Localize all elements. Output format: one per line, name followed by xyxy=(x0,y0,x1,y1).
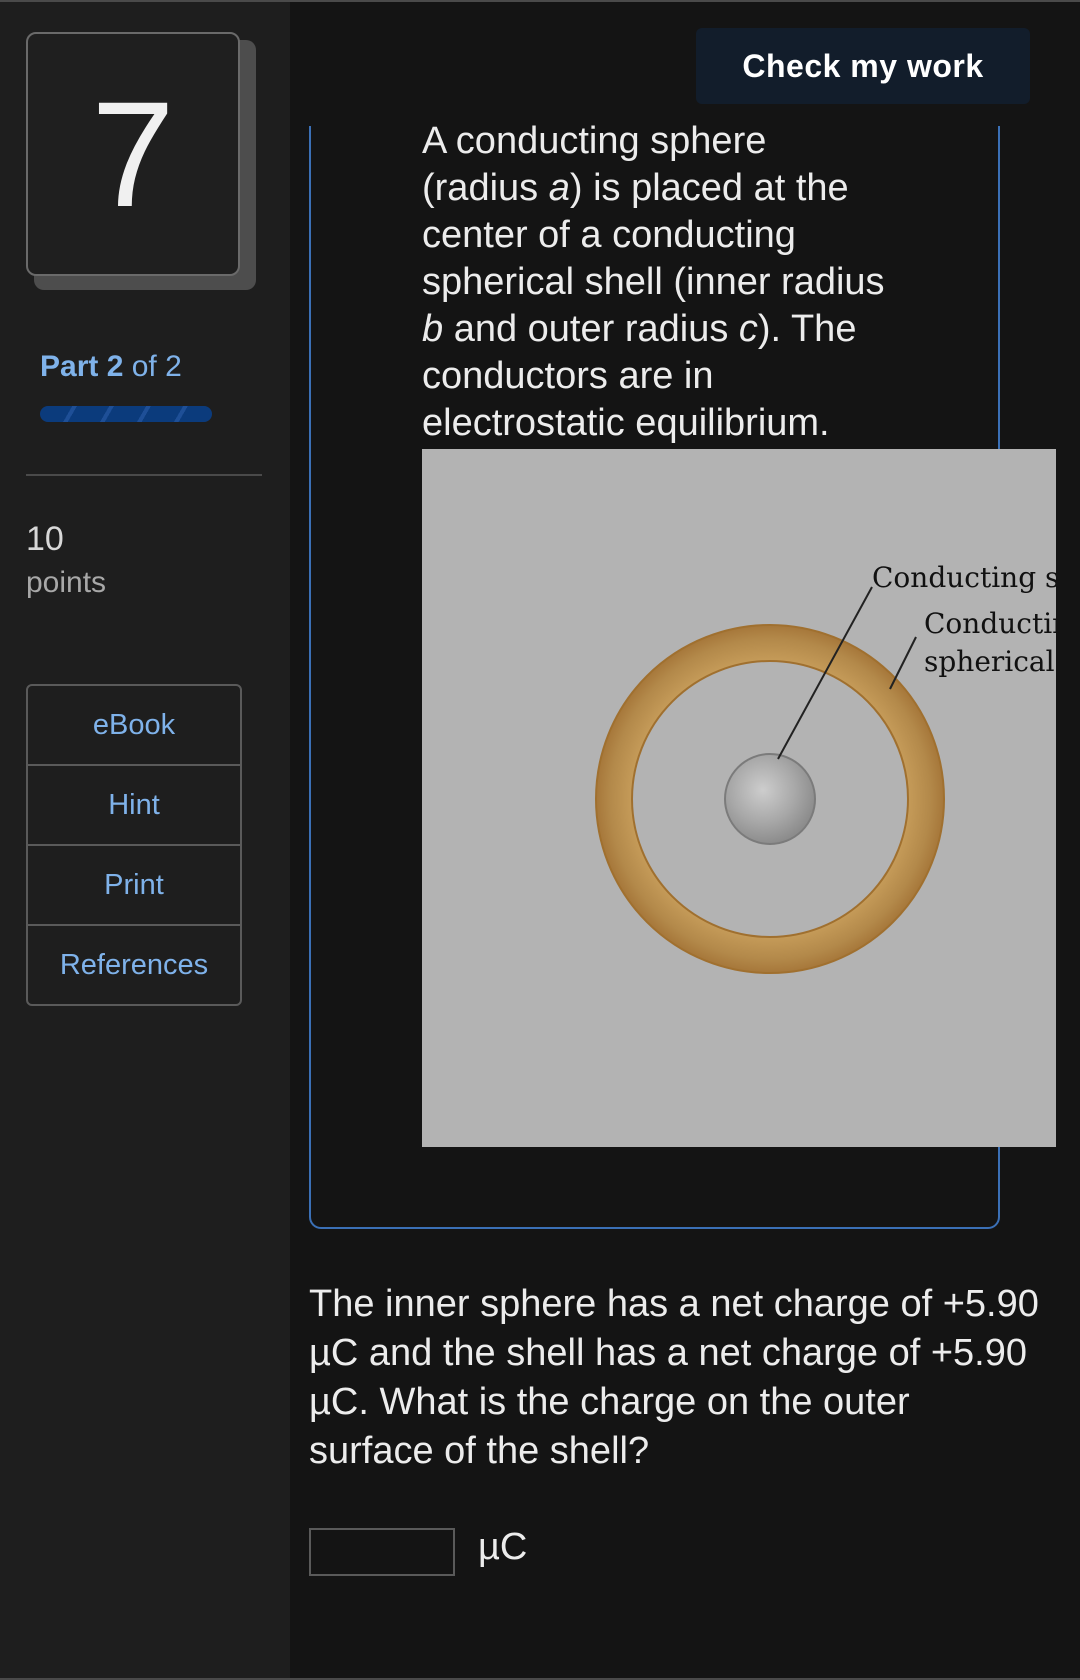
inner-sphere xyxy=(724,753,816,845)
sidebar-divider xyxy=(26,474,262,476)
references-button[interactable]: References xyxy=(28,926,240,1004)
app-frame: 7 Part 2 of 2 10 points eBook Hint Print… xyxy=(0,0,1080,1680)
question-number: 7 xyxy=(26,32,240,276)
figure-svg: Conducting sphere Conducting spherical s… xyxy=(595,561,1056,974)
question-text: The inner sphere has a net charge of +5.… xyxy=(309,1283,1039,1472)
check-my-work-button[interactable]: Check my work xyxy=(696,28,1030,104)
answer-unit: µC xyxy=(478,1526,528,1568)
hint-button[interactable]: Hint xyxy=(28,766,240,846)
label-conducting-shell-2: spherical shell xyxy=(924,645,1056,678)
intro-var-b: b xyxy=(422,308,444,350)
ebook-button[interactable]: eBook xyxy=(28,686,240,766)
answer-input[interactable] xyxy=(309,1528,455,1576)
label-conducting-shell-1: Conducting xyxy=(924,607,1056,640)
intro-text-part: and outer radius xyxy=(443,308,739,350)
tools-list: eBook Hint Print References xyxy=(26,684,242,1006)
points-value: 10 xyxy=(26,520,64,558)
intro-text: A conducting sphere (radius a) is placed… xyxy=(422,118,892,447)
points-label: points xyxy=(26,566,107,599)
part-word: Part xyxy=(40,350,99,383)
intro-var-c: c xyxy=(738,308,758,350)
part-indicator: Part 2 of 2 xyxy=(40,350,182,384)
part-progress-bar xyxy=(40,406,212,422)
sphere-shell-figure: Conducting sphere Conducting spherical s… xyxy=(422,449,1056,1147)
label-conducting-sphere: Conducting sphere xyxy=(872,561,1056,594)
part-total: of 2 xyxy=(131,350,182,383)
intro-var-a: a xyxy=(548,167,570,209)
print-button[interactable]: Print xyxy=(28,846,240,926)
part-current: 2 xyxy=(106,350,124,383)
sidebar: 7 Part 2 of 2 10 points eBook Hint Print… xyxy=(0,2,290,1678)
shell-leader-line xyxy=(889,636,917,690)
